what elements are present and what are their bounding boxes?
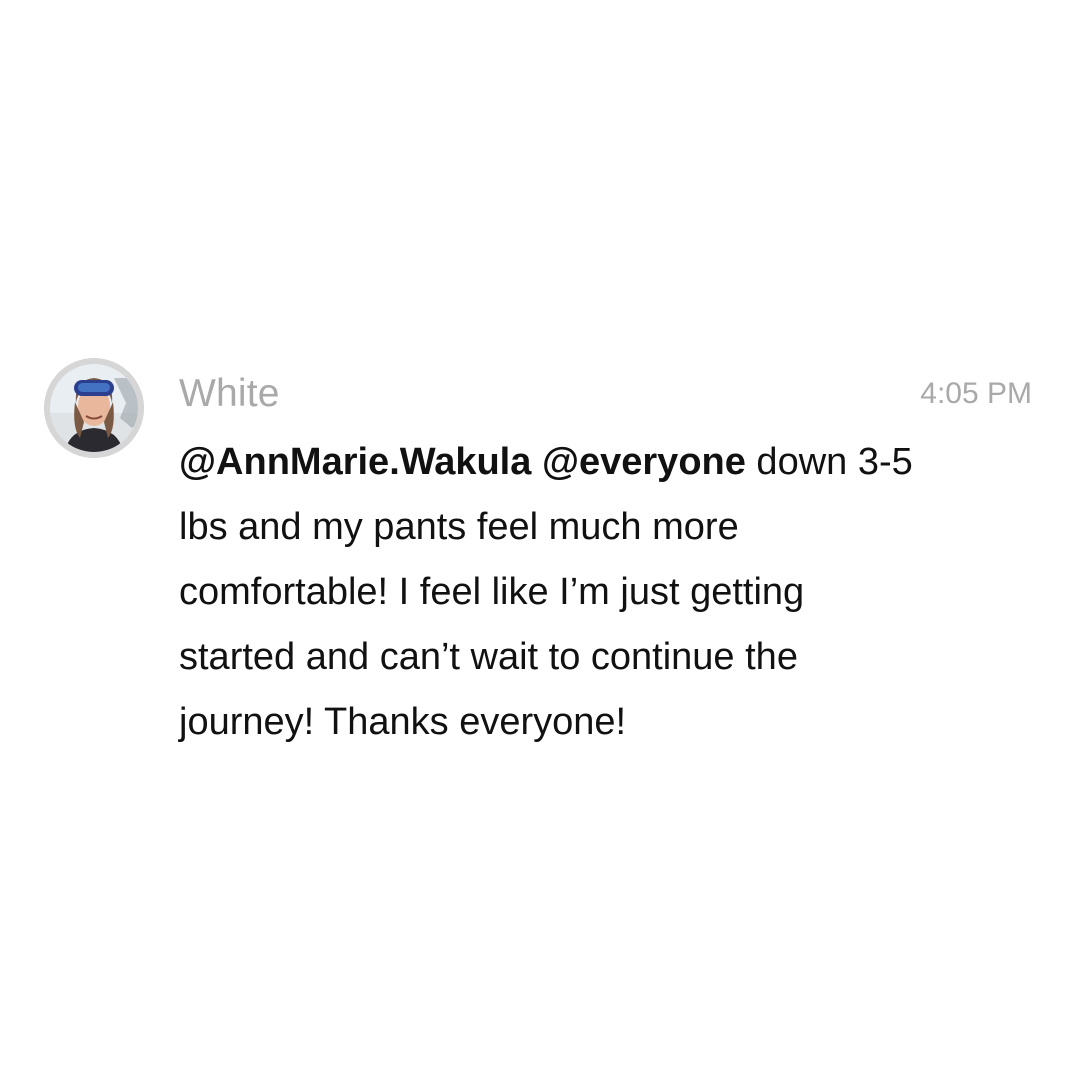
avatar[interactable] (44, 358, 144, 458)
user-photo-icon (44, 358, 144, 458)
message-body: @AnnMarie.Wakula @everyone down 3-5 lbs a… (179, 430, 1039, 755)
message-text-line-5: journey! Thanks everyone! (179, 701, 627, 743)
sender-name[interactable]: White (179, 372, 280, 416)
message-text-line-3: comfortable! I feel like I’m just gettin… (179, 571, 805, 613)
mention-everyone[interactable]: @everyone (542, 441, 746, 483)
message-text-line-1: down 3-5 (745, 441, 913, 483)
message-text-line-4: started and can’t wait to continue the (179, 636, 798, 678)
message-text-line-2: lbs and my pants feel much more (179, 506, 739, 548)
message-timestamp: 4:05 PM (920, 377, 1032, 410)
mention-annmarie[interactable]: @AnnMarie.Wakula (179, 441, 531, 483)
